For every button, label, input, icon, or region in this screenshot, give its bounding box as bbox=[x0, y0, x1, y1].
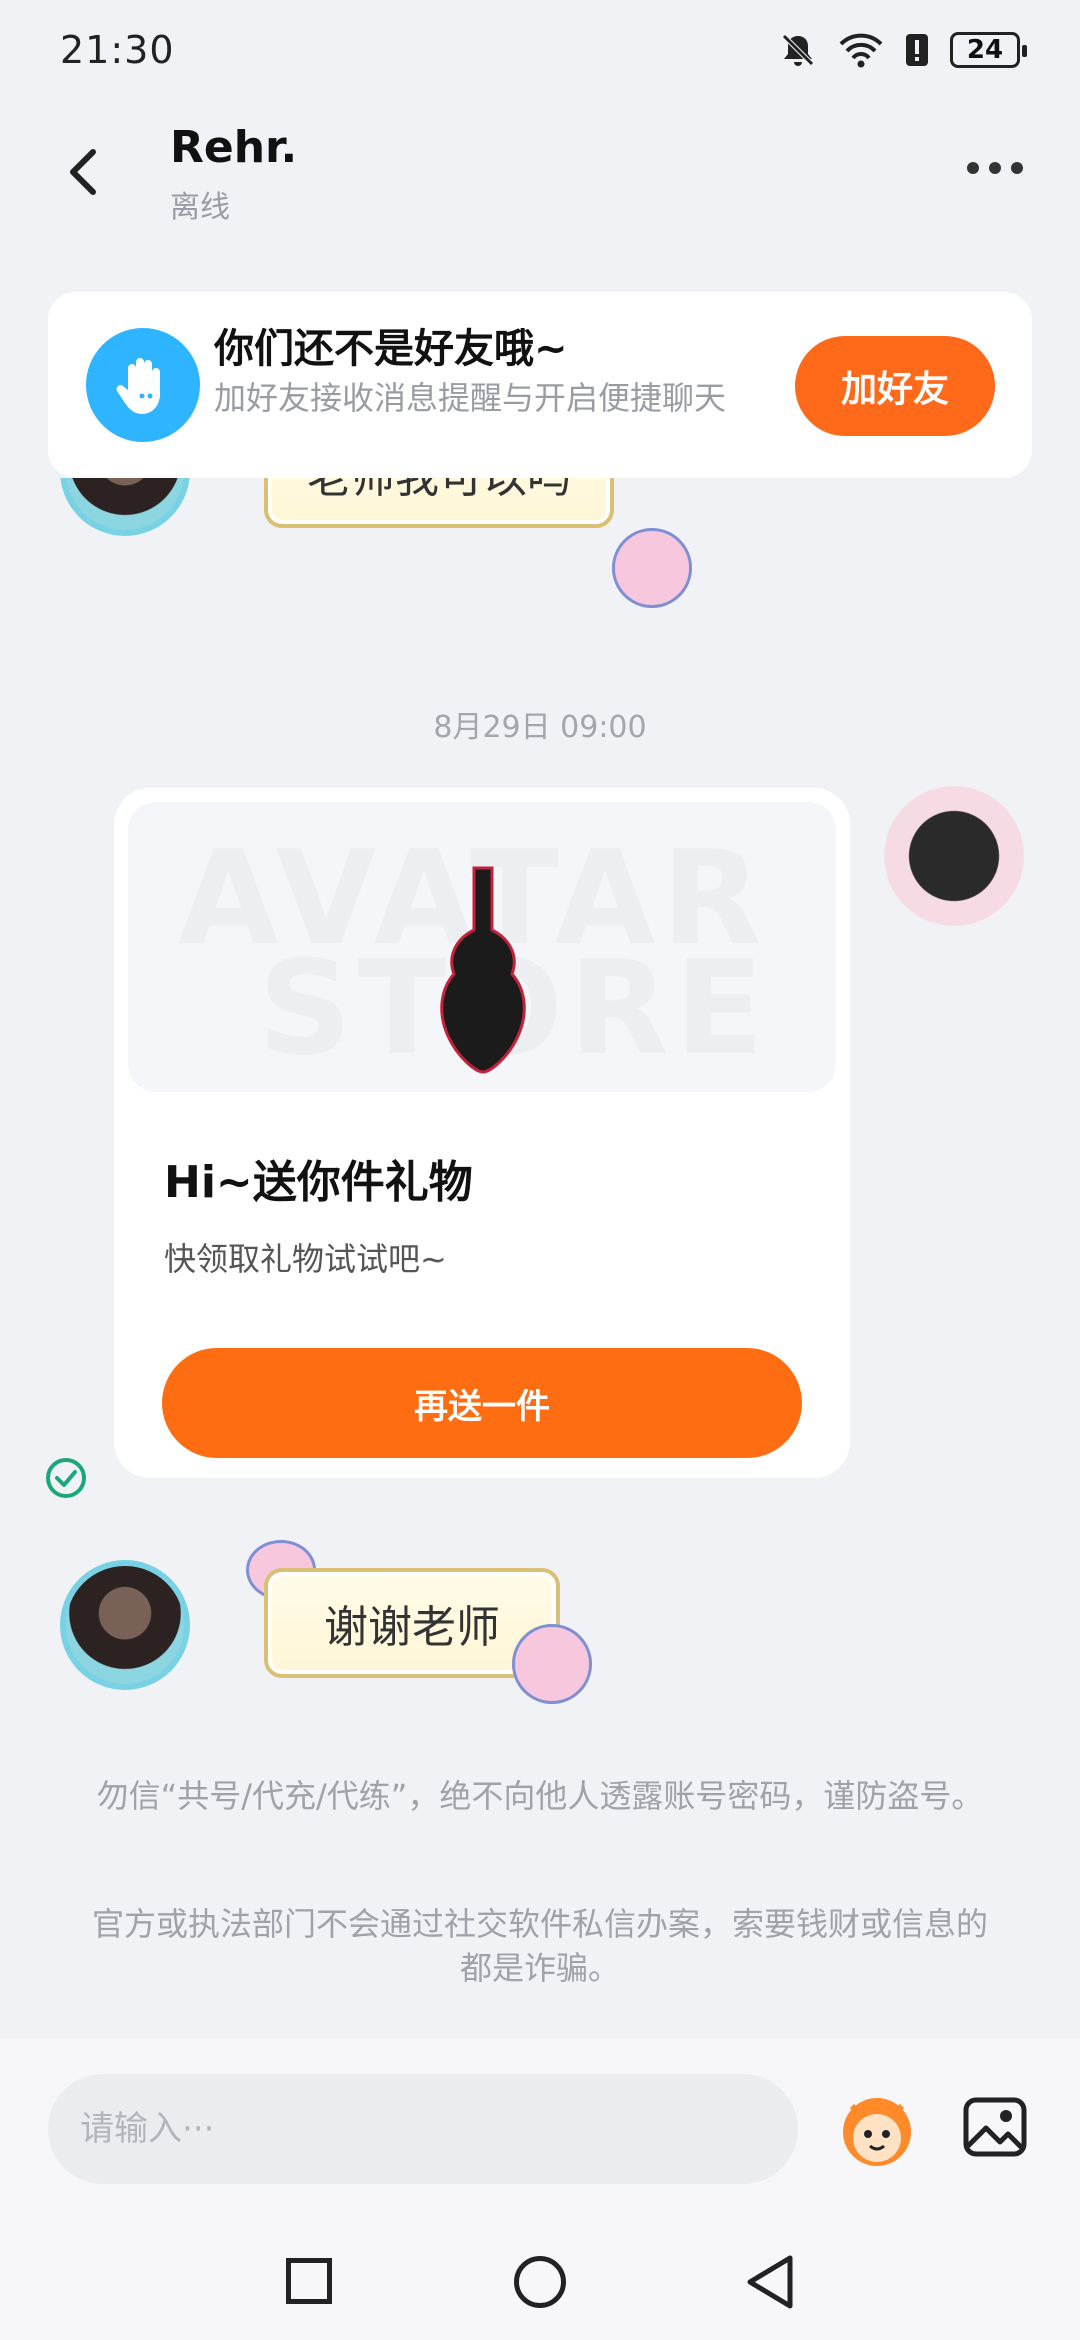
sticker-message[interactable]: 老师我可以吗 bbox=[264, 478, 614, 528]
sticker-text: 老师我可以吗 bbox=[307, 478, 571, 505]
sent-check-icon bbox=[46, 1458, 86, 1498]
sticker-text: 谢谢老师 bbox=[324, 1602, 500, 1653]
nav-back-icon[interactable] bbox=[742, 2252, 798, 2312]
home-icon[interactable] bbox=[514, 2256, 566, 2308]
message-input-bar bbox=[0, 2038, 1080, 2204]
guitar-case-icon bbox=[440, 866, 526, 1074]
sticker-character-icon bbox=[612, 528, 692, 608]
emoji-icon[interactable] bbox=[832, 2084, 922, 2174]
dot-icon bbox=[967, 162, 979, 174]
chat-message-list[interactable]: 老师我可以吗 8月29日 09:00 AVATAR STORE Hi~送你件礼物… bbox=[0, 478, 1080, 2038]
battery-icon: 24 bbox=[950, 32, 1027, 68]
system-nav-bar bbox=[0, 2204, 1080, 2340]
chat-header: Rehr. 离线 bbox=[0, 100, 1080, 246]
recent-apps-icon[interactable] bbox=[286, 2258, 332, 2304]
back-arrow-icon[interactable] bbox=[55, 142, 115, 202]
contact-status: 离线 bbox=[170, 190, 230, 225]
friend-request-banner: 你们还不是好友哦~ 加好友接收消息提醒与开启便捷聊天 加好友 bbox=[48, 292, 1032, 478]
wifi-icon bbox=[839, 33, 883, 68]
dot-icon bbox=[1011, 162, 1023, 174]
alert-icon bbox=[906, 34, 928, 66]
contact-avatar[interactable] bbox=[60, 1560, 190, 1690]
message-input[interactable] bbox=[48, 2074, 798, 2184]
send-again-button[interactable]: 再送一件 bbox=[162, 1348, 802, 1458]
security-notice: 官方或执法部门不会通过社交软件私信办案，索要钱财或信息的都是诈骗。 bbox=[91, 1905, 988, 1987]
wave-hand-icon bbox=[86, 328, 200, 442]
gift-card-message[interactable]: AVATAR STORE Hi~送你件礼物 快领取礼物试试吧~ 再送一件 bbox=[114, 788, 850, 1478]
image-picker-icon[interactable] bbox=[960, 2092, 1030, 2162]
security-notice: 勿信“共号/代充/代练”，绝不向他人透露账号密码，谨防盗号。 bbox=[96, 1777, 984, 1815]
sticker-character-icon bbox=[512, 1624, 592, 1704]
gift-image: AVATAR STORE bbox=[128, 802, 836, 1092]
status-bar: 21:30 24 bbox=[0, 0, 1080, 100]
status-time: 21:30 bbox=[60, 28, 175, 72]
add-friend-button[interactable]: 加好友 bbox=[795, 336, 995, 436]
status-icons: 24 bbox=[778, 30, 1027, 70]
message-timestamp: 8月29日 09:00 bbox=[433, 710, 647, 745]
battery-level: 24 bbox=[966, 35, 1004, 65]
dot-icon bbox=[989, 162, 1001, 174]
mute-bell-icon bbox=[782, 34, 814, 66]
banner-description: 加好友接收消息提醒与开启便捷聊天 bbox=[214, 379, 727, 417]
banner-title: 你们还不是好友哦~ bbox=[214, 326, 568, 372]
contact-avatar[interactable] bbox=[60, 478, 190, 536]
gift-title: Hi~送你件礼物 bbox=[164, 1157, 473, 1208]
gift-description: 快领取礼物试试吧~ bbox=[164, 1240, 447, 1278]
user-avatar[interactable] bbox=[884, 786, 1024, 926]
contact-name: Rehr. bbox=[170, 122, 298, 173]
more-options-button[interactable] bbox=[960, 148, 1030, 188]
